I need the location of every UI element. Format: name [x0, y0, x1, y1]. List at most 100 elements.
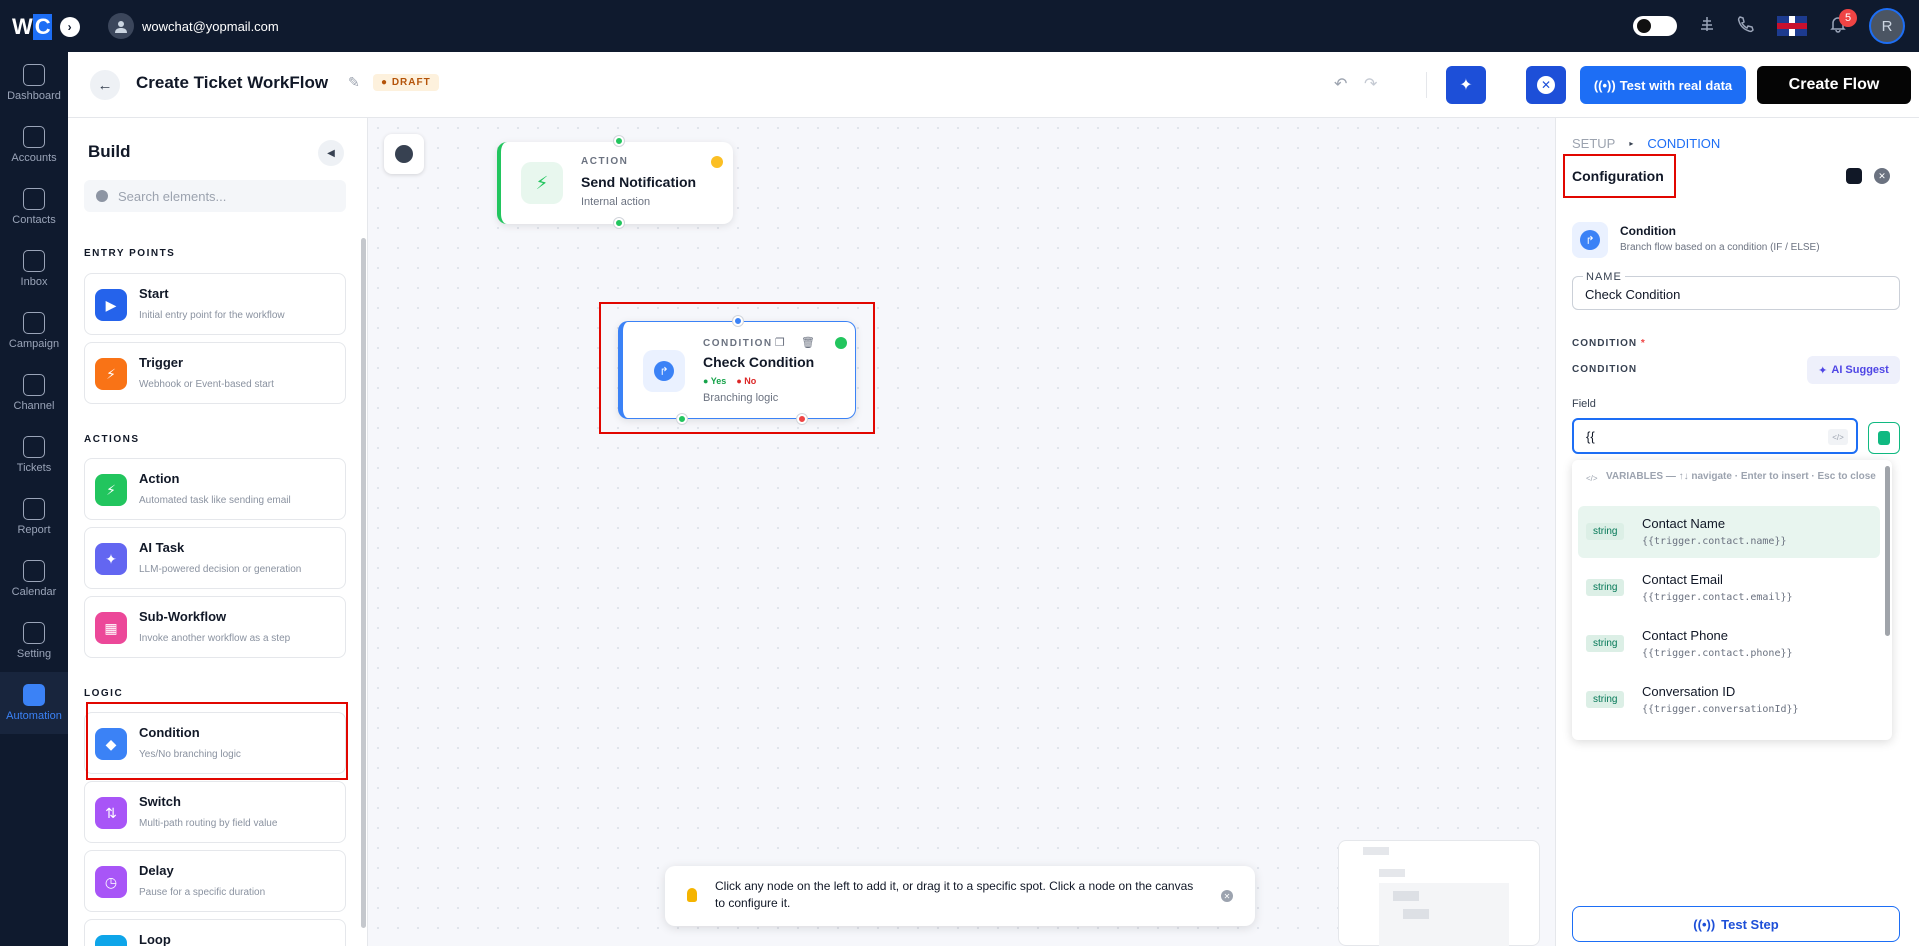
nav-item-contacts[interactable]: Contacts [0, 176, 68, 238]
minimap[interactable] [1338, 840, 1540, 946]
redo-icon[interactable]: ↷ [1364, 74, 1377, 94]
lightning-icon: ⚡ [95, 474, 127, 506]
lightning-icon: ⚡ [521, 162, 563, 204]
field-label: Field [1572, 398, 1596, 410]
create-flow-button[interactable]: Create Flow [1757, 66, 1911, 104]
section-entry-points: ENTRY POINTS [84, 248, 176, 259]
nav-item-accounts[interactable]: Accounts [0, 114, 68, 176]
undo-icon[interactable]: ↶ [1334, 74, 1347, 94]
workflow-canvas[interactable]: ⚡ ACTION Send Notification Internal acti… [368, 118, 1555, 946]
copy-icon[interactable]: ❐ [775, 336, 785, 349]
broadcast-icon: ((•)) [1693, 916, 1716, 932]
channel-icon [23, 374, 45, 396]
app-logo[interactable]: WC › [12, 14, 80, 40]
condition-sublabel: CONDITION [1572, 364, 1638, 375]
user-icon [108, 13, 134, 39]
database-icon[interactable] [1846, 168, 1862, 184]
panel-title: Configuration [1572, 168, 1664, 184]
close-flow-button[interactable]: ✕ [1526, 66, 1566, 104]
close-icon[interactable]: ✕ [1874, 168, 1890, 184]
test-with-real-data-button[interactable]: ((•)) Test with real data [1580, 66, 1746, 104]
nav-item-calendar[interactable]: Calendar [0, 548, 68, 610]
chevron-right-icon: ▸ [1629, 139, 1634, 148]
branch-icon: ↱ [1572, 222, 1608, 258]
nav-item-channel[interactable]: Channel [0, 362, 68, 424]
scrollbar[interactable] [1885, 466, 1890, 636]
crumb-condition[interactable]: CONDITION [1647, 136, 1720, 151]
magic-wand-button[interactable]: ✦ [1446, 66, 1486, 104]
element-delay[interactable]: ◷ Delay Pause for a specific duration [84, 850, 346, 912]
theme-toggle[interactable] [1633, 16, 1677, 36]
search-input[interactable]: Search elements... [84, 180, 346, 212]
node-send-notification[interactable]: ⚡ ACTION Send Notification Internal acti… [497, 136, 733, 228]
nav-item-report[interactable]: Report [0, 486, 68, 548]
notification-badge: 5 [1839, 8, 1857, 27]
variables-button[interactable] [1868, 422, 1900, 454]
layers-icon [395, 145, 413, 163]
element-switch[interactable]: ⇅ Switch Multi-path routing by field val… [84, 781, 346, 843]
uk-flag-icon[interactable] [1777, 16, 1807, 36]
no-port[interactable] [797, 414, 807, 424]
trash-icon[interactable]: 🗑 [801, 336, 815, 349]
nav-item-automation[interactable]: Automation [0, 672, 68, 734]
ai-suggest-button[interactable]: ✦ AI Suggest [1807, 356, 1900, 384]
input-port[interactable] [614, 136, 624, 146]
nav-item-dashboard[interactable]: Dashboard [0, 52, 68, 114]
chevron-right-icon[interactable]: › [59, 17, 80, 37]
canvas-tool-button[interactable] [384, 134, 424, 174]
user-menu[interactable]: wowchat@yopmail.com [108, 13, 279, 39]
variable-option[interactable]: string Conversation ID {{trigger.convers… [1578, 674, 1880, 726]
element-start[interactable]: ▶ Start Initial entry point for the work… [84, 273, 346, 335]
chevron-left-icon: ◀ [327, 147, 335, 159]
section-actions: ACTIONS [84, 434, 140, 445]
lightbulb-icon [687, 888, 697, 902]
code-icon[interactable]: </> [1828, 429, 1848, 445]
pencil-icon[interactable]: ✎ [348, 74, 360, 91]
database-icon [1878, 431, 1890, 445]
element-trigger[interactable]: ⚡ Trigger Webhook or Event-based start [84, 342, 346, 404]
test-step-button[interactable]: ((•)) Test Step [1572, 906, 1900, 942]
play-icon: ▶ [95, 289, 127, 321]
switch-icon: ⇅ [95, 797, 127, 829]
close-icon[interactable]: ✕ [1221, 890, 1233, 902]
element-ai-task[interactable]: ✦ AI Task LLM-powered decision or genera… [84, 527, 346, 589]
left-nav: Dashboard Accounts Contacts Inbox Campai… [0, 52, 68, 946]
nav-item-tickets[interactable]: Tickets [0, 424, 68, 486]
automation-icon [23, 684, 45, 706]
calendar-icon [23, 560, 45, 582]
dashboard-icon [23, 64, 45, 86]
signal-icon[interactable] [1699, 15, 1715, 38]
avatar[interactable]: R [1869, 8, 1905, 44]
nav-item-campaign[interactable]: Campaign [0, 300, 68, 362]
back-button[interactable]: ← [90, 70, 120, 100]
variable-option[interactable]: string Contact Phone {{trigger.contact.p… [1578, 618, 1880, 670]
field-input[interactable]: {{ </> [1572, 418, 1858, 454]
yes-port[interactable] [677, 414, 687, 424]
megaphone-icon [23, 312, 45, 334]
gear-icon [23, 622, 45, 644]
variables-dropdown: </> VARIABLES — ↑↓ navigate · Enter to i… [1572, 460, 1892, 740]
variable-option[interactable]: string Contact Email {{trigger.contact.e… [1578, 562, 1880, 614]
phone-icon[interactable] [1737, 15, 1755, 38]
config-panel: SETUP ▸ CONDITION Configuration ✕ ↱ Cond… [1555, 118, 1919, 946]
node-check-condition[interactable]: ↱ CONDITION ❐ 🗑 Check Condition ● Yes ● … [618, 316, 856, 424]
condition-label: CONDITION * [1572, 338, 1646, 349]
notification-bell[interactable]: 5 [1829, 8, 1857, 38]
tip-banner: Click any node on the left to add it, or… [665, 866, 1255, 926]
collapse-panel-button[interactable]: ◀ [318, 140, 344, 166]
name-field[interactable]: NAME Check Condition [1572, 271, 1900, 310]
element-sub-workflow[interactable]: ▦ Sub-Workflow Invoke another workflow a… [84, 596, 346, 658]
crumb-setup[interactable]: SETUP [1572, 136, 1615, 151]
variable-option[interactable]: string Contact Name {{trigger.contact.na… [1578, 506, 1880, 558]
nav-item-setting[interactable]: Setting [0, 610, 68, 672]
grid-icon: ▦ [95, 612, 127, 644]
scrollbar[interactable] [361, 238, 366, 928]
nav-item-inbox[interactable]: Inbox [0, 238, 68, 300]
element-loop[interactable]: ↻ Loop [84, 919, 346, 946]
element-condition[interactable]: ◆ Condition Yes/No branching logic [84, 712, 346, 774]
output-port[interactable] [614, 218, 624, 228]
branch-icon: ↱ [643, 350, 685, 392]
input-port[interactable] [733, 316, 743, 326]
element-action[interactable]: ⚡ Action Automated task like sending ema… [84, 458, 346, 520]
clock-icon: ◷ [95, 866, 127, 898]
